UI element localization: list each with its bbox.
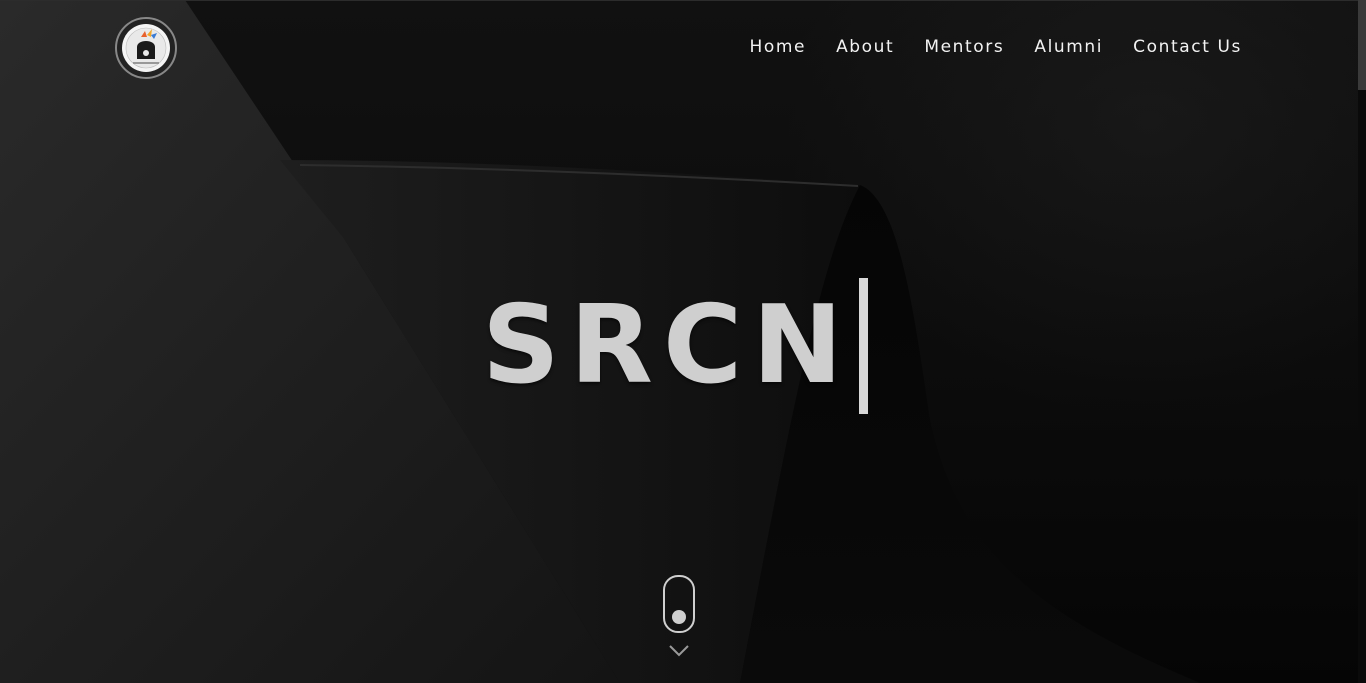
- main-nav: Home About Mentors Alumni Contact Us: [749, 36, 1242, 58]
- hero-title-text: SRCN: [482, 283, 853, 408]
- scrollbar[interactable]: [1358, 0, 1366, 683]
- nav-alumni-link[interactable]: Alumni: [1034, 36, 1103, 58]
- hero-page: Home About Mentors Alumni Contact Us SRC…: [0, 0, 1366, 683]
- chevron-down-icon[interactable]: [668, 644, 690, 658]
- nav-mentors-link[interactable]: Mentors: [924, 36, 1004, 58]
- nav-about-link[interactable]: About: [836, 36, 894, 58]
- mouse-scroll-dot: [672, 610, 686, 624]
- nav-contact-link[interactable]: Contact Us: [1133, 36, 1242, 58]
- hero-title: SRCN: [482, 278, 868, 414]
- nav-home-link[interactable]: Home: [749, 36, 806, 58]
- typing-cursor: [858, 278, 868, 414]
- top-border: [0, 0, 1358, 1]
- club-logo-icon[interactable]: [115, 17, 177, 79]
- mouse-scroll-icon[interactable]: [663, 575, 695, 633]
- scrollbar-thumb[interactable]: [1358, 0, 1366, 90]
